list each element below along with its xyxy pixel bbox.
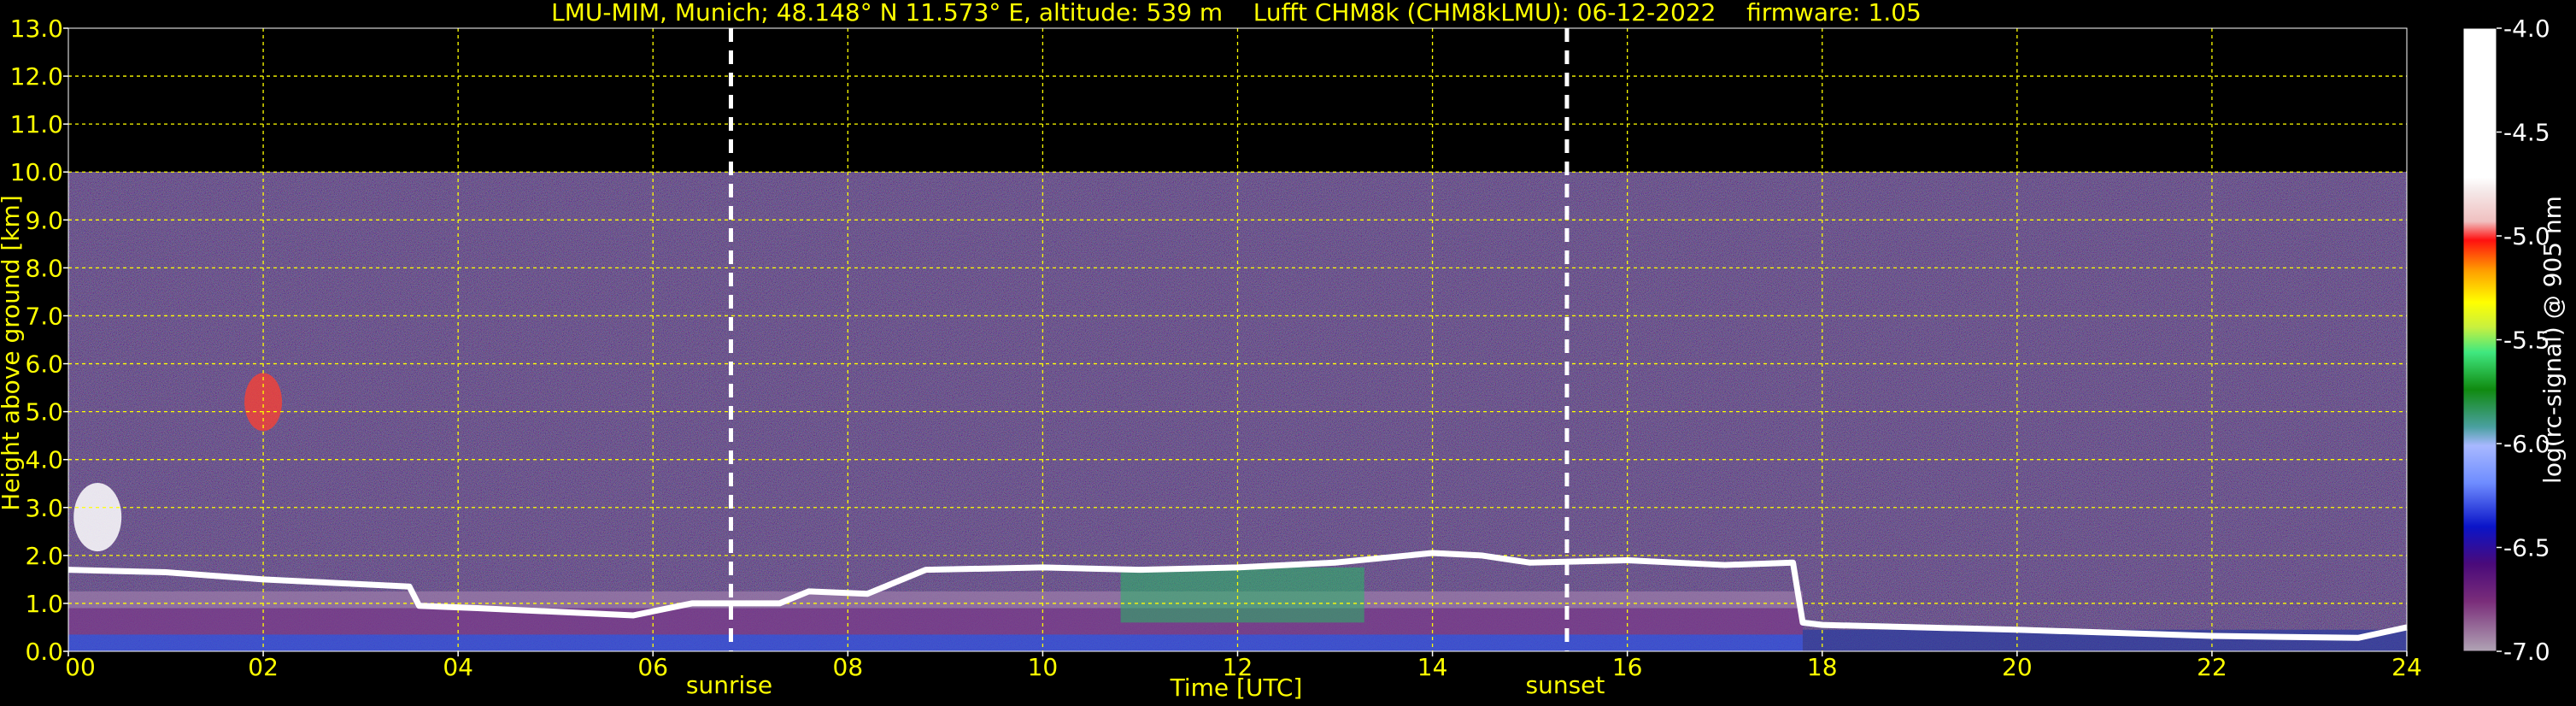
colorbar-tick-label: -4.5 (2503, 119, 2550, 147)
y-tick-label: 2.0 (25, 542, 63, 570)
x-tick-label: 22 (2197, 653, 2227, 681)
x-tick-label: 24 (2391, 653, 2422, 681)
y-tick-label: 9.0 (25, 206, 63, 234)
sunrise-label: sunrise (686, 671, 772, 699)
x-tick-label: 10 (1028, 653, 1059, 681)
y-tick-label: 11.0 (10, 110, 63, 138)
colorbar (2462, 27, 2497, 652)
y-tick-label: 1.0 (25, 590, 63, 618)
colorbar-label: log(rc-signal) @ 905 nm (2538, 196, 2567, 484)
y-tick-label: 12.0 (10, 62, 63, 91)
y-tick-label: 13.0 (10, 15, 63, 43)
x-axis-label: Time [UTC] (1170, 674, 1303, 702)
y-tick-label: 7.0 (25, 302, 63, 330)
x-tick-label: 00 (65, 653, 96, 681)
x-tick-label: 14 (1417, 653, 1448, 681)
cloud-patch-upper (244, 373, 283, 432)
colorbar-tick-label: -4.0 (2503, 15, 2550, 43)
y-axis-label: Height above ground [km] (0, 195, 25, 511)
x-tick-label: 06 (637, 653, 668, 681)
cloud-patch-early (73, 482, 122, 551)
aerosol-band-2 (68, 591, 1803, 609)
precip-streaks (1120, 567, 1364, 623)
y-tick-label: 8.0 (25, 254, 63, 282)
x-tick-label: 08 (833, 653, 864, 681)
y-tick-label: 3.0 (25, 494, 63, 522)
y-tick-label: 5.0 (25, 398, 63, 427)
y-tick-label: 10.0 (10, 158, 63, 186)
x-tick-label: 18 (1807, 653, 1838, 681)
sunset-label: sunset (1526, 671, 1605, 699)
y-tick-label: 4.0 (25, 446, 63, 474)
x-tick-label: 20 (2002, 653, 2033, 681)
aerosol-band-0 (68, 634, 1803, 651)
aerosol-band-1 (68, 608, 1803, 635)
x-tick-label: 16 (1612, 653, 1643, 681)
chart-title: LMU-MIM, Munich; 48.148° N 11.573° E, al… (551, 0, 1922, 26)
y-tick-label: 6.0 (25, 350, 63, 379)
colorbar-tick-label: -7.0 (2503, 638, 2550, 666)
y-tick-label: 0.0 (25, 638, 63, 666)
x-tick-label: 04 (443, 653, 473, 681)
colorbar-tick-label: -6.5 (2503, 534, 2550, 562)
ceilometer-chart: sunrise sunset 00 02 04 06 08 10 12 14 16 18 20 22 2… (0, 0, 2567, 702)
x-tick-label: 02 (248, 653, 279, 681)
